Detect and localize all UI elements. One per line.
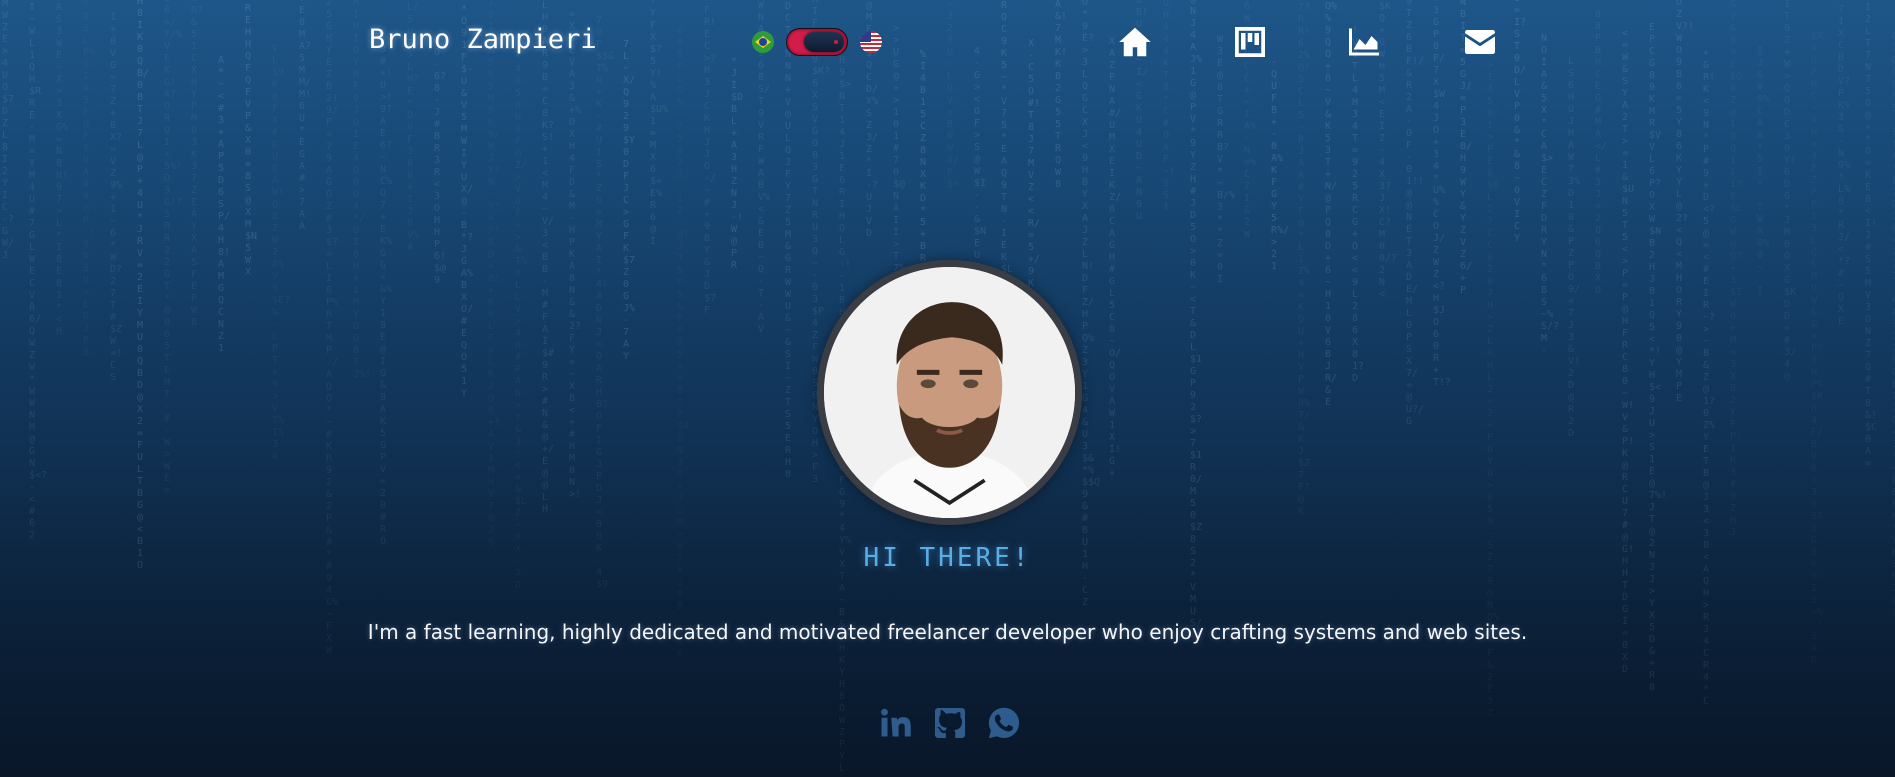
- matrix-rain-column: P0!VTO*9E?>3LQGCXJ<9HBYXAJZLN!DFZ/HPQ%Z3…: [1082, 0, 1101, 608]
- brazil-flag-icon[interactable]: [752, 31, 774, 53]
- matrix-rain-column: *JI$DBL+A3HZNJ-!W@PR: [731, 56, 744, 271]
- matrix-rain-column: VL$9K@FX#DUOAW!QBZW2A%V9$E?%-LPT+9>VT%I%…: [272, 43, 291, 462]
- matrix-rain-column: *4B5HN9F@Z/>VDF+>&T%XLLV>4H#RAN>Y&3-<=&$…: [515, 52, 528, 591]
- matrix-rain-column: !@NJ4AJ%1G@PV*9YZH#JD5O>0K~<T&DL$1GP92$?…: [1190, 0, 1203, 629]
- kanban-icon: [1235, 27, 1265, 57]
- language-toggle[interactable]: [786, 28, 848, 56]
- nav-contact-link[interactable]: [1460, 22, 1500, 62]
- top-bar: Bruno Zampieri: [0, 0, 1895, 84]
- github-link[interactable]: [930, 703, 970, 743]
- matrix-rain-column: LS6HUJHAW73%D18&PZPO9/=7J3&V!2D@R2D: [1568, 56, 1581, 439]
- github-icon: [935, 708, 965, 738]
- area-chart-icon: [1349, 28, 1379, 56]
- toggle-knob[interactable]: [804, 32, 844, 52]
- matrix-rain-column: 7L~X/Q929$Y0DFJC>GFK$7Z0GJ%-7AY: [623, 39, 636, 362]
- linkedin-icon: [881, 708, 911, 737]
- matrix-rain-column: <=W&SYA2T>=1&$UN5T5<>P=P@HFRC80~W!V&P!K@…: [1622, 28, 1635, 675]
- matrix-rain-column: A*~<#3+AP5D6SP/4H8!AMGQCNZ1: [218, 55, 231, 354]
- matrix-rain-column: H8IK0QB/0BTJ7L@P+4U*JRV=2EIYMU0QBD@X2=FU…: [137, 0, 150, 571]
- nav-home-link[interactable]: [1115, 22, 1155, 62]
- matrix-rain-column: XAZPNA#/UMXEIKZ/6CAGH#GL5C8~O/QOVAW1XI!G…: [1109, 36, 1122, 479]
- nav-projects-link[interactable]: [1230, 22, 1270, 62]
- envelope-icon: [1465, 30, 1495, 54]
- whatsapp-link[interactable]: [984, 703, 1024, 743]
- matrix-rain-column: +GR!K<9N*P#9+D<?5@=<#EIR~?>~8&Z@1?0Z%YET…: [1703, 48, 1716, 707]
- linkedin-link[interactable]: [875, 703, 915, 743]
- matrix-rain-column: EPCG89KMR$VVL6P?OXW$NB2HJB1Q5<*!YH$<9JU>…: [1649, 22, 1668, 693]
- bio-text: I'm a fast learning, highly dedicated an…: [367, 620, 1528, 644]
- nav-stats-link[interactable]: [1344, 22, 1384, 62]
- matrix-rain-column: -QUFB+-0A%KFGY5R%/>21: [1271, 57, 1290, 272]
- us-flag-icon[interactable]: [860, 31, 882, 53]
- matrix-rain-column: 7@F$$GT%N+K-#U1S*ZG=MYAI*4!4DNJ<OARH0?OF…: [596, 15, 615, 590]
- greeting-heading: HI THERE!: [863, 543, 1032, 573]
- profile-portrait: [824, 267, 1075, 518]
- whatsapp-icon: [988, 707, 1020, 739]
- language-switch[interactable]: [752, 28, 882, 56]
- profile-photo: [817, 260, 1082, 525]
- home-icon: [1119, 27, 1151, 57]
- matrix-rain-column: 3#+!U>!9?AE6?~NC%O7+EK%GG<&%Y18E@IG&8AK5…: [380, 44, 393, 547]
- brand-name[interactable]: Bruno Zampieri: [369, 24, 597, 55]
- matrix-rain-column: U1>I450!1>PE6$6L27CC0287H>ZLAWL2=2+P6YD>…: [1487, 36, 1500, 719]
